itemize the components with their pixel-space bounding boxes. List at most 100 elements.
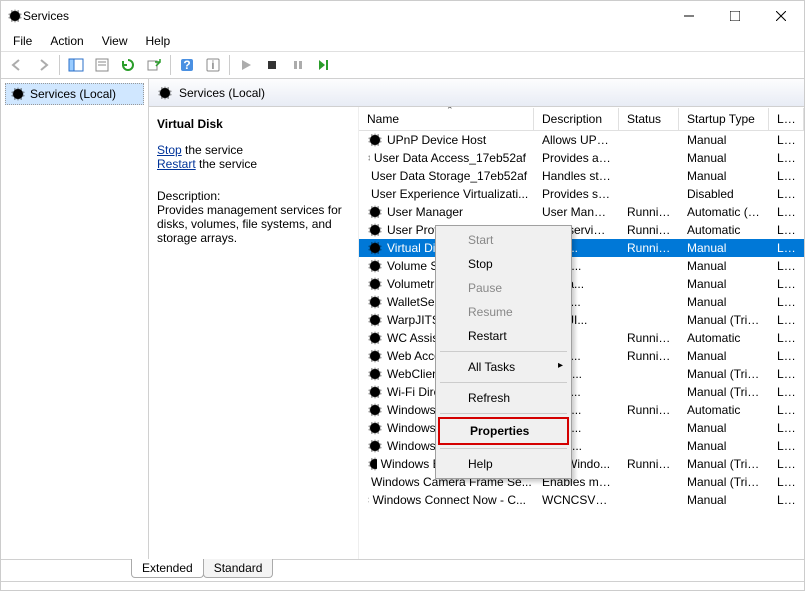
service-name: Windows bbox=[387, 439, 436, 453]
service-status bbox=[619, 175, 679, 177]
stop-link[interactable]: Stop bbox=[157, 143, 182, 157]
service-description: Handles sto... bbox=[534, 168, 619, 184]
service-name: User Manager bbox=[387, 205, 463, 219]
table-row[interactable]: Windows Biometric ServiceThe Windo...Run… bbox=[359, 455, 804, 473]
show-hide-tree-button[interactable] bbox=[64, 53, 88, 77]
ctx-help[interactable]: Help bbox=[438, 452, 569, 476]
menu-file[interactable]: File bbox=[5, 32, 40, 50]
menu-view[interactable]: View bbox=[94, 32, 136, 50]
table-row[interactable]: WarpJITSves a JI...Manual (Trig...Loca bbox=[359, 311, 804, 329]
maximize-button[interactable] bbox=[712, 1, 758, 31]
service-status bbox=[619, 193, 679, 195]
pause-service-button[interactable] bbox=[286, 53, 310, 77]
stop-service-button[interactable] bbox=[260, 53, 284, 77]
table-row[interactable]: Windowses Wi...ManualLoca bbox=[359, 437, 804, 455]
title-bar: Services bbox=[1, 1, 804, 31]
service-description: Provides su... bbox=[534, 186, 619, 202]
table-row[interactable]: Windows Camera Frame Se...Enables mul...… bbox=[359, 473, 804, 491]
table-row[interactable]: Virtual Diskes m...RunningManualLoca bbox=[359, 239, 804, 257]
separator bbox=[229, 55, 230, 75]
table-row[interactable]: Web Accorvice ...RunningManualLoca bbox=[359, 347, 804, 365]
service-name: Windows bbox=[387, 403, 436, 417]
ctx-stop[interactable]: Stop bbox=[438, 252, 569, 276]
table-row[interactable]: Windowses au...ManualLoca bbox=[359, 419, 804, 437]
table-row[interactable]: User Data Access_17eb52afProvides ap...M… bbox=[359, 149, 804, 167]
service-status: Running bbox=[619, 456, 679, 472]
restart-link[interactable]: Restart bbox=[157, 157, 196, 171]
service-startup: Manual (Trig... bbox=[679, 312, 769, 328]
tree-item-label: Services (Local) bbox=[30, 87, 116, 101]
ctx-restart[interactable]: Restart bbox=[438, 324, 569, 348]
export-button[interactable] bbox=[142, 53, 166, 77]
service-name: Web Acco bbox=[387, 349, 441, 363]
table-row[interactable]: WebClients Win...Manual (Trig...Loca bbox=[359, 365, 804, 383]
service-name: Windows bbox=[387, 421, 436, 435]
service-status bbox=[619, 499, 679, 501]
gear-icon bbox=[367, 222, 383, 238]
service-logon: Loca bbox=[769, 402, 804, 418]
service-startup: Disabled bbox=[679, 186, 769, 202]
forward-button[interactable] bbox=[31, 53, 55, 77]
help2-button[interactable]: i bbox=[201, 53, 225, 77]
column-description[interactable]: Description bbox=[534, 108, 619, 130]
context-menu: Start Stop Pause Resume Restart All Task… bbox=[435, 225, 572, 479]
table-row[interactable]: Wi-Fi Direes co...Manual (Trig...Loca bbox=[359, 383, 804, 401]
help-toolbar-button[interactable]: ? bbox=[175, 53, 199, 77]
tree-item-services-local[interactable]: Services (Local) bbox=[5, 83, 144, 105]
service-description: Provides ap... bbox=[534, 150, 619, 166]
service-logon: Loca bbox=[769, 456, 804, 472]
ctx-properties[interactable]: Properties bbox=[438, 417, 569, 445]
table-row[interactable]: User Profile ServiceThis service ...Runn… bbox=[359, 221, 804, 239]
menu-action[interactable]: Action bbox=[42, 32, 91, 50]
table-row[interactable]: WC Assistare ...RunningAutomaticLoca bbox=[359, 329, 804, 347]
service-startup: Manual (Trig... bbox=[679, 384, 769, 400]
service-status: Running bbox=[619, 222, 679, 238]
ctx-refresh[interactable]: Refresh bbox=[438, 386, 569, 410]
list-rows[interactable]: UPnP Device HostAllows UPn...ManualLocaU… bbox=[359, 131, 804, 527]
minimize-button[interactable] bbox=[666, 1, 712, 31]
column-status[interactable]: Status bbox=[619, 108, 679, 130]
table-row[interactable]: Windowses au...RunningAutomaticLoca bbox=[359, 401, 804, 419]
service-status bbox=[619, 445, 679, 447]
submenu-arrow-icon: ▸ bbox=[558, 360, 563, 371]
separator bbox=[440, 448, 567, 449]
menu-help[interactable]: Help bbox=[138, 32, 179, 50]
service-startup: Manual (Trig... bbox=[679, 474, 769, 490]
tab-standard[interactable]: Standard bbox=[203, 559, 274, 578]
service-logon: Loca bbox=[769, 294, 804, 310]
table-row[interactable]: User ManagerUser Manag...RunningAutomati… bbox=[359, 203, 804, 221]
column-logon[interactable]: Log bbox=[769, 108, 804, 130]
table-row[interactable]: User Experience Virtualizati... Provides … bbox=[359, 185, 804, 203]
service-logon: Loca bbox=[769, 240, 804, 256]
gear-icon bbox=[367, 402, 383, 418]
back-button[interactable] bbox=[5, 53, 29, 77]
service-name: User Experience Virtualizati... bbox=[371, 187, 528, 201]
gear-icon bbox=[367, 420, 383, 436]
gear-icon bbox=[367, 240, 383, 256]
service-logon: Loca bbox=[769, 258, 804, 274]
table-row[interactable]: Volumetrispatia...ManualLoca bbox=[359, 275, 804, 293]
service-logon: Loca bbox=[769, 150, 804, 166]
service-logon: Loca bbox=[769, 330, 804, 346]
refresh-button[interactable] bbox=[116, 53, 140, 77]
table-row[interactable]: WalletServobjec...ManualLoca bbox=[359, 293, 804, 311]
table-row[interactable]: Windows Connect Now - C...WCNCSVC ...Man… bbox=[359, 491, 804, 509]
gear-icon bbox=[367, 276, 383, 292]
table-row[interactable]: Volume Shes an...ManualLoca bbox=[359, 257, 804, 275]
toolbar: ? i bbox=[1, 51, 804, 79]
separator bbox=[440, 382, 567, 383]
service-name: Wi-Fi Dire bbox=[387, 385, 440, 399]
table-row[interactable]: UPnP Device HostAllows UPn...ManualLoca bbox=[359, 131, 804, 149]
gear-icon bbox=[367, 438, 383, 454]
service-startup: Automatic (T... bbox=[679, 204, 769, 220]
tab-extended[interactable]: Extended bbox=[131, 559, 204, 578]
gear-icon bbox=[10, 86, 26, 102]
column-startup[interactable]: Startup Type bbox=[679, 108, 769, 130]
separator bbox=[170, 55, 171, 75]
ctx-all-tasks[interactable]: All Tasks▸ bbox=[438, 355, 569, 379]
properties-toolbar-button[interactable] bbox=[90, 53, 114, 77]
table-row[interactable]: User Data Storage_17eb52afHandles sto...… bbox=[359, 167, 804, 185]
restart-service-button[interactable] bbox=[312, 53, 336, 77]
start-service-button[interactable] bbox=[234, 53, 258, 77]
close-button[interactable] bbox=[758, 1, 804, 31]
